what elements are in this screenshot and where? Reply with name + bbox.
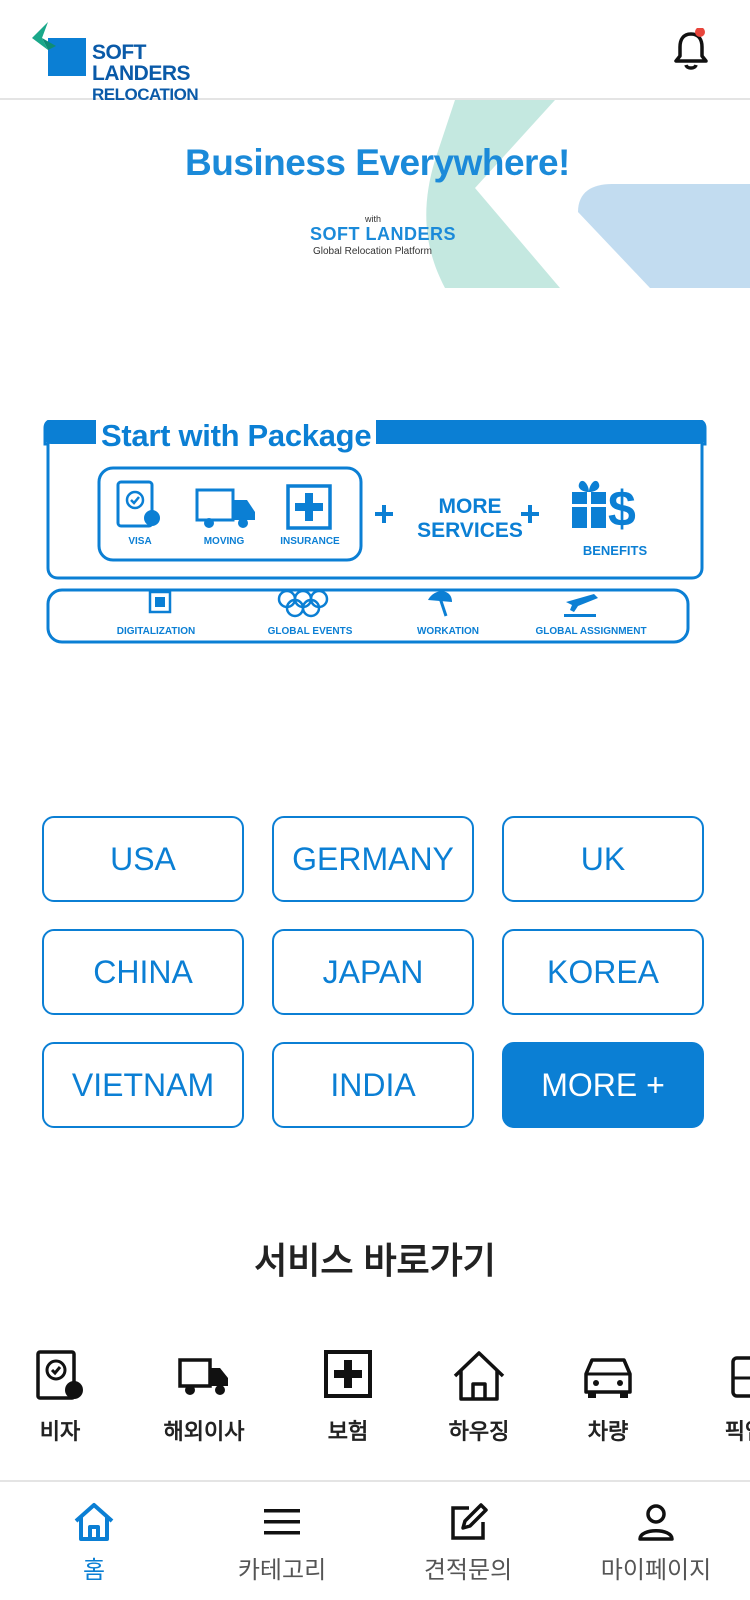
chip-icon bbox=[148, 590, 172, 614]
package-extra-workation: WORKATION bbox=[416, 626, 480, 637]
country-button-germany[interactable]: GERMANY bbox=[272, 816, 474, 902]
package-benefits: BENEFITS bbox=[582, 543, 648, 558]
country-button-japan[interactable]: JAPAN bbox=[272, 929, 474, 1015]
tab-label: 카테고리 bbox=[237, 1557, 327, 1584]
package-title: Start with Package bbox=[96, 418, 377, 454]
banner-brand: SOFT LANDERS bbox=[310, 224, 457, 244]
tab-label: 마이페이지 bbox=[600, 1557, 712, 1584]
service-label: 비자 bbox=[39, 1419, 81, 1444]
package-extra-global-events: GLOBAL EVENTS bbox=[267, 626, 353, 637]
soft-landers-logo[interactable]: SOFT LANDERS RELOCATION bbox=[30, 20, 230, 103]
more-line2: SERVICES bbox=[417, 519, 523, 542]
country-button-uk[interactable]: UK bbox=[502, 816, 704, 902]
insurance-icon bbox=[286, 484, 332, 530]
banner-decoration bbox=[426, 100, 750, 288]
home-icon bbox=[74, 1503, 114, 1541]
service-label: 픽업 bbox=[724, 1419, 750, 1444]
truck-icon bbox=[178, 1358, 228, 1395]
notification-bell-icon[interactable] bbox=[672, 27, 710, 72]
service-shortcuts: 비자 해외이사 보험 하우징 차량 픽 bbox=[0, 1350, 750, 1460]
package-more-services: MORE SERVICES bbox=[410, 495, 530, 543]
logo-mark-icon bbox=[32, 22, 86, 76]
rings-icon bbox=[277, 589, 329, 618]
tab-mypage[interactable]: 마이페이지 bbox=[562, 1482, 750, 1600]
package-extra-digitalization: DIGITALIZATION bbox=[116, 626, 196, 637]
tab-quote[interactable]: 견적문의 bbox=[374, 1482, 562, 1600]
service-label: 하우징 bbox=[448, 1419, 510, 1444]
user-icon bbox=[638, 1504, 674, 1541]
country-button-vietnam[interactable]: VIETNAM bbox=[42, 1042, 244, 1128]
svg-text:$: $ bbox=[608, 481, 636, 537]
service-insurance[interactable]: 보험 bbox=[283, 1350, 413, 1446]
house-icon bbox=[453, 1351, 505, 1401]
tab-category[interactable]: 카테고리 bbox=[188, 1482, 376, 1600]
package-extra-global-assignment: GLOBAL ASSIGNMENT bbox=[535, 626, 647, 637]
car-icon bbox=[584, 1358, 632, 1398]
country-button-korea[interactable]: KOREA bbox=[502, 929, 704, 1015]
visa-icon bbox=[36, 1350, 83, 1400]
banner-with: with bbox=[365, 214, 382, 224]
truck-icon bbox=[195, 488, 255, 528]
logo-line1: SOFT LANDERS bbox=[92, 41, 191, 85]
pickup-icon bbox=[731, 1356, 750, 1398]
service-pickup[interactable]: 픽업 bbox=[680, 1350, 750, 1446]
beach-umbrella-icon bbox=[428, 591, 452, 617]
banner-subtitle: Global Relocation Platform bbox=[313, 246, 432, 257]
service-label: 보험 bbox=[327, 1419, 369, 1444]
tab-home[interactable]: 홈 bbox=[0, 1482, 188, 1600]
service-label: 해외이사 bbox=[163, 1419, 245, 1444]
service-moving[interactable]: 해외이사 bbox=[139, 1350, 269, 1446]
menu-icon bbox=[264, 1509, 300, 1535]
package-item-insurance: INSURANCE bbox=[280, 536, 340, 547]
airplane-icon bbox=[564, 594, 598, 617]
banner-title: Business Everywhere! bbox=[185, 142, 570, 183]
more-line1: MORE bbox=[438, 495, 502, 518]
service-vehicle[interactable]: 차량 bbox=[543, 1350, 673, 1446]
country-button-more[interactable]: MORE + bbox=[502, 1042, 704, 1128]
tab-label: 홈 bbox=[82, 1557, 106, 1584]
visa-icon bbox=[116, 480, 160, 528]
app-header: SOFT LANDERS RELOCATION bbox=[0, 0, 750, 103]
country-button-china[interactable]: CHINA bbox=[42, 929, 244, 1015]
services-section-title: 서비스 바로가기 bbox=[254, 1240, 496, 1281]
insurance-icon bbox=[324, 1350, 372, 1398]
plus-icon bbox=[375, 505, 393, 523]
country-button-usa[interactable]: USA bbox=[42, 816, 244, 902]
service-visa[interactable]: 비자 bbox=[0, 1350, 125, 1446]
package-graphic[interactable]: $ bbox=[42, 420, 708, 650]
service-housing[interactable]: 하우징 bbox=[414, 1350, 544, 1446]
edit-icon bbox=[451, 1503, 488, 1540]
bottom-tab-bar: 홈 카테고리 견적문의 마이페이지 bbox=[0, 1480, 750, 1600]
promo-banner[interactable]: Business Everywhere! with SOFT LANDERS G… bbox=[0, 100, 750, 288]
service-label: 차량 bbox=[587, 1419, 629, 1444]
gift-dollar-icon: $ bbox=[572, 480, 636, 537]
country-button-india[interactable]: INDIA bbox=[272, 1042, 474, 1128]
tab-label: 견적문의 bbox=[423, 1557, 513, 1584]
